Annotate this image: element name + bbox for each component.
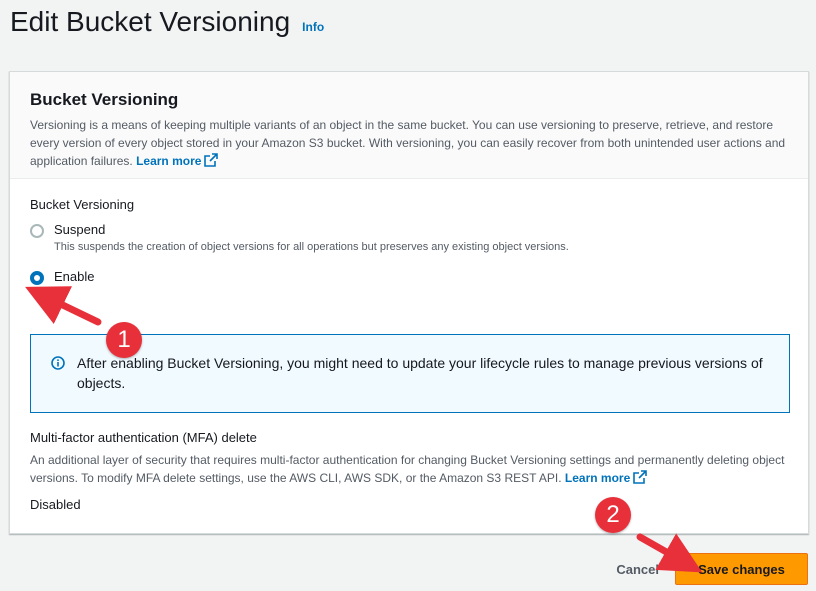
panel-body: Bucket Versioning Suspend This suspends … bbox=[10, 179, 808, 285]
radio-suspend-label: Suspend bbox=[54, 222, 106, 237]
radio-enable[interactable]: Enable bbox=[30, 269, 788, 285]
mfa-learn-more-link[interactable]: Learn more bbox=[564, 470, 648, 485]
versioning-field-label: Bucket Versioning bbox=[30, 197, 135, 212]
external-link-icon bbox=[204, 153, 219, 167]
learn-more-label: Learn more bbox=[136, 154, 202, 168]
mfa-description-text: An additional layer of security that req… bbox=[30, 453, 785, 485]
learn-more-link[interactable]: Learn more bbox=[136, 153, 219, 168]
info-circle-icon bbox=[51, 356, 65, 370]
mfa-description: An additional layer of security that req… bbox=[30, 451, 790, 487]
info-link[interactable]: Info bbox=[302, 20, 324, 34]
panel-header: Bucket Versioning Versioning is a means … bbox=[10, 72, 808, 179]
radio-suspend-description: This suspends the creation of object ver… bbox=[54, 241, 569, 253]
page-header: Edit Bucket Versioning Info bbox=[10, 6, 324, 38]
alert-text: After enabling Bucket Versioning, you mi… bbox=[77, 355, 763, 391]
bucket-versioning-panel: Bucket Versioning Versioning is a means … bbox=[9, 71, 809, 534]
mfa-status-value: Disabled bbox=[30, 497, 81, 512]
info-alert: After enabling Bucket Versioning, you mi… bbox=[30, 334, 790, 413]
radio-enable-label: Enable bbox=[54, 269, 95, 284]
mfa-title: Multi-factor authentication (MFA) delete bbox=[30, 430, 257, 445]
form-footer: Cancel Save changes bbox=[600, 553, 808, 585]
radio-suspend-control[interactable] bbox=[30, 224, 44, 238]
panel-title: Bucket Versioning bbox=[30, 90, 179, 109]
radio-enable-control[interactable] bbox=[30, 271, 44, 285]
mfa-section: Multi-factor authentication (MFA) delete… bbox=[30, 430, 790, 512]
save-changes-button[interactable]: Save changes bbox=[675, 553, 808, 585]
panel-description: Versioning is a means of keeping multipl… bbox=[30, 116, 788, 170]
mfa-learn-more-label: Learn more bbox=[564, 471, 631, 485]
external-link-icon bbox=[633, 470, 648, 484]
page-title: Edit Bucket Versioning bbox=[10, 6, 291, 37]
cancel-button[interactable]: Cancel bbox=[600, 553, 675, 585]
step-badge-2: 2 bbox=[595, 497, 631, 533]
radio-suspend[interactable]: Suspend This suspends the creation of ob… bbox=[30, 222, 788, 255]
step-badge-1: 1 bbox=[106, 322, 142, 358]
